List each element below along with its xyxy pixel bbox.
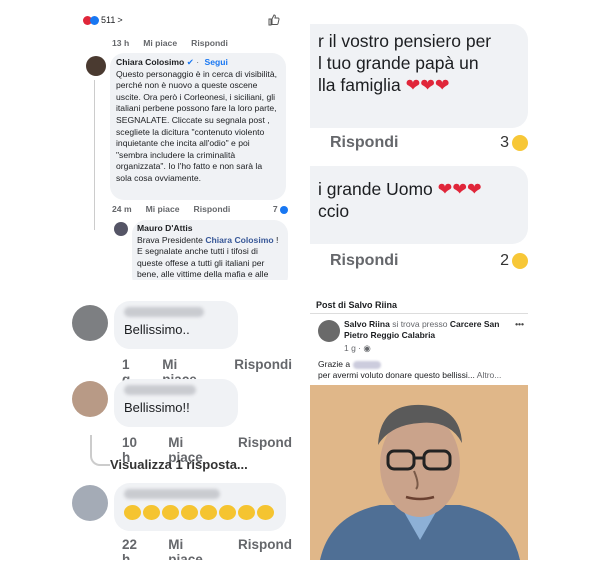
thumbs-up-icon[interactable] bbox=[268, 14, 280, 26]
post-author-line: Salvo Riina si trova presso Carcere San … bbox=[344, 319, 500, 340]
comment-meta: 24 m Mi piace Rispondi 7 bbox=[112, 204, 288, 216]
comment-bubble: Bellissimo.. bbox=[114, 301, 238, 349]
clap-emoji-icon bbox=[124, 505, 141, 521]
heart-emoji-icon: ❤❤❤ bbox=[437, 179, 482, 199]
portrait-drawing bbox=[310, 385, 528, 560]
reactions-summary[interactable]: 511 > bbox=[83, 15, 123, 27]
avatar[interactable] bbox=[114, 222, 128, 236]
comments-panel-bottom-left: Bellissimo.. 1 g Mi piace Rispondi Belli… bbox=[60, 295, 292, 560]
reaction-count[interactable]: 2 bbox=[500, 252, 528, 270]
comment-bubble: Chiara Colosimo ✔ · Segui Questo persona… bbox=[110, 53, 286, 200]
comment-meta: Rispondi 2 bbox=[330, 252, 528, 270]
verified-badge-icon: ✔ bbox=[186, 57, 194, 67]
clap-emoji-icon bbox=[200, 505, 217, 521]
comments-panel-top-left: 511 > 13 h Mi piace Rispondi Chiara Colo… bbox=[80, 10, 290, 280]
post-time: 1 g · ◉ bbox=[344, 343, 371, 353]
clap-emoji-icon bbox=[162, 505, 179, 521]
avatar[interactable] bbox=[86, 56, 106, 76]
see-more-link[interactable]: Altro... bbox=[477, 370, 502, 380]
comment-bubble: i grande Uomo ❤❤❤ ccio bbox=[310, 166, 528, 244]
clap-emoji-icon bbox=[257, 505, 274, 521]
clap-emoji-icon bbox=[181, 505, 198, 521]
like-reaction-icon bbox=[90, 16, 99, 26]
thread-line bbox=[94, 80, 95, 230]
avatar[interactable] bbox=[72, 485, 108, 521]
reply-text: Brava Presidente Chiara Colosimo ! E seg… bbox=[137, 234, 279, 280]
globe-icon: ◉ bbox=[363, 343, 371, 353]
heart-emoji-icon: ❤❤❤ bbox=[405, 75, 450, 95]
post-caption: Grazie a per avermi voluto donare questo… bbox=[318, 359, 502, 380]
reply-link[interactable]: Rispondi bbox=[191, 38, 228, 50]
post-header: Post di Salvo Riina bbox=[316, 300, 398, 310]
clap-emoji-icon bbox=[238, 505, 255, 521]
comments-panel-top-right: r il vostro pensiero per l tuo grande pa… bbox=[310, 24, 528, 280]
reaction-count: 511 bbox=[101, 15, 116, 25]
comment-time: 13 h bbox=[112, 38, 130, 48]
comment-text-line: r il vostro pensiero per bbox=[318, 31, 492, 51]
like-link[interactable]: Mi piace bbox=[143, 38, 177, 50]
reply-link[interactable]: Rispondi bbox=[330, 134, 398, 152]
comment-text: Questo personaggio è in cerca di visibil… bbox=[116, 68, 277, 183]
reply-link[interactable]: Rispondi bbox=[234, 357, 292, 387]
avatar[interactable] bbox=[72, 305, 108, 341]
reaction-count[interactable]: 3 bbox=[500, 134, 528, 152]
reply-author[interactable]: Mauro D'Attis bbox=[137, 223, 283, 235]
clap-emoji-row bbox=[124, 504, 276, 521]
avatar[interactable] bbox=[318, 320, 340, 342]
post-image[interactable] bbox=[310, 385, 528, 560]
like-link[interactable]: Mi piace bbox=[146, 204, 180, 216]
blurred-author-name bbox=[124, 489, 220, 499]
clap-emoji-icon bbox=[143, 505, 160, 521]
chevron-right-icon: > bbox=[117, 15, 123, 25]
like-reaction-icon bbox=[280, 205, 288, 214]
comment-time: 24 m bbox=[112, 204, 132, 214]
view-replies-link[interactable]: Visualizza 1 risposta... bbox=[110, 457, 248, 472]
laugh-reaction-icon bbox=[512, 253, 528, 269]
post-author[interactable]: Salvo Riina bbox=[344, 319, 390, 329]
reply-link[interactable]: Rispondi bbox=[330, 252, 398, 270]
comment-time: 22 h bbox=[122, 537, 138, 560]
mention-link[interactable]: Chiara Colosimo bbox=[205, 235, 273, 245]
comment-author[interactable]: Chiara Colosimo bbox=[116, 57, 184, 67]
reply-bubble: Mauro D'Attis Brava Presidente Chiara Co… bbox=[132, 220, 288, 280]
reply-link[interactable]: Rispond bbox=[238, 537, 292, 560]
reaction-count[interactable]: 7 bbox=[273, 204, 288, 216]
comment-bubble: r il vostro pensiero per l tuo grande pa… bbox=[310, 24, 528, 128]
avatar[interactable] bbox=[72, 381, 108, 417]
thread-connector bbox=[90, 435, 110, 466]
comment-bubble bbox=[114, 483, 286, 531]
laugh-reaction-icon bbox=[512, 135, 528, 151]
comment-text-line: ccio bbox=[318, 201, 350, 221]
reply-link[interactable]: Rispondi bbox=[194, 204, 231, 216]
comment-text-line: l tuo grande papà un bbox=[318, 53, 479, 73]
comment-text-line: i grande Uomo bbox=[318, 179, 433, 199]
comment-text: Bellissimo.. bbox=[124, 322, 190, 337]
post-panel: Post di Salvo Riina Salvo Riina si trova… bbox=[310, 295, 528, 560]
comment-meta: Rispondi 3 bbox=[330, 134, 528, 152]
like-link[interactable]: Mi piace bbox=[168, 537, 216, 560]
comment-text: Bellissimo!! bbox=[124, 400, 190, 415]
blurred-author-name bbox=[124, 307, 204, 317]
blurred-mention bbox=[352, 360, 381, 369]
comment-bubble: Bellissimo!! bbox=[114, 379, 238, 427]
clap-emoji-icon bbox=[219, 505, 236, 521]
comment-text-line: lla famiglia bbox=[318, 75, 401, 95]
follow-link[interactable]: Segui bbox=[205, 57, 228, 67]
comment-meta: 22 h Mi piace Rispond bbox=[122, 537, 292, 560]
divider bbox=[310, 313, 528, 314]
more-options-icon[interactable]: ••• bbox=[515, 319, 524, 329]
comment-meta: 13 h Mi piace Rispondi bbox=[112, 38, 228, 50]
blurred-author-name bbox=[124, 385, 196, 395]
